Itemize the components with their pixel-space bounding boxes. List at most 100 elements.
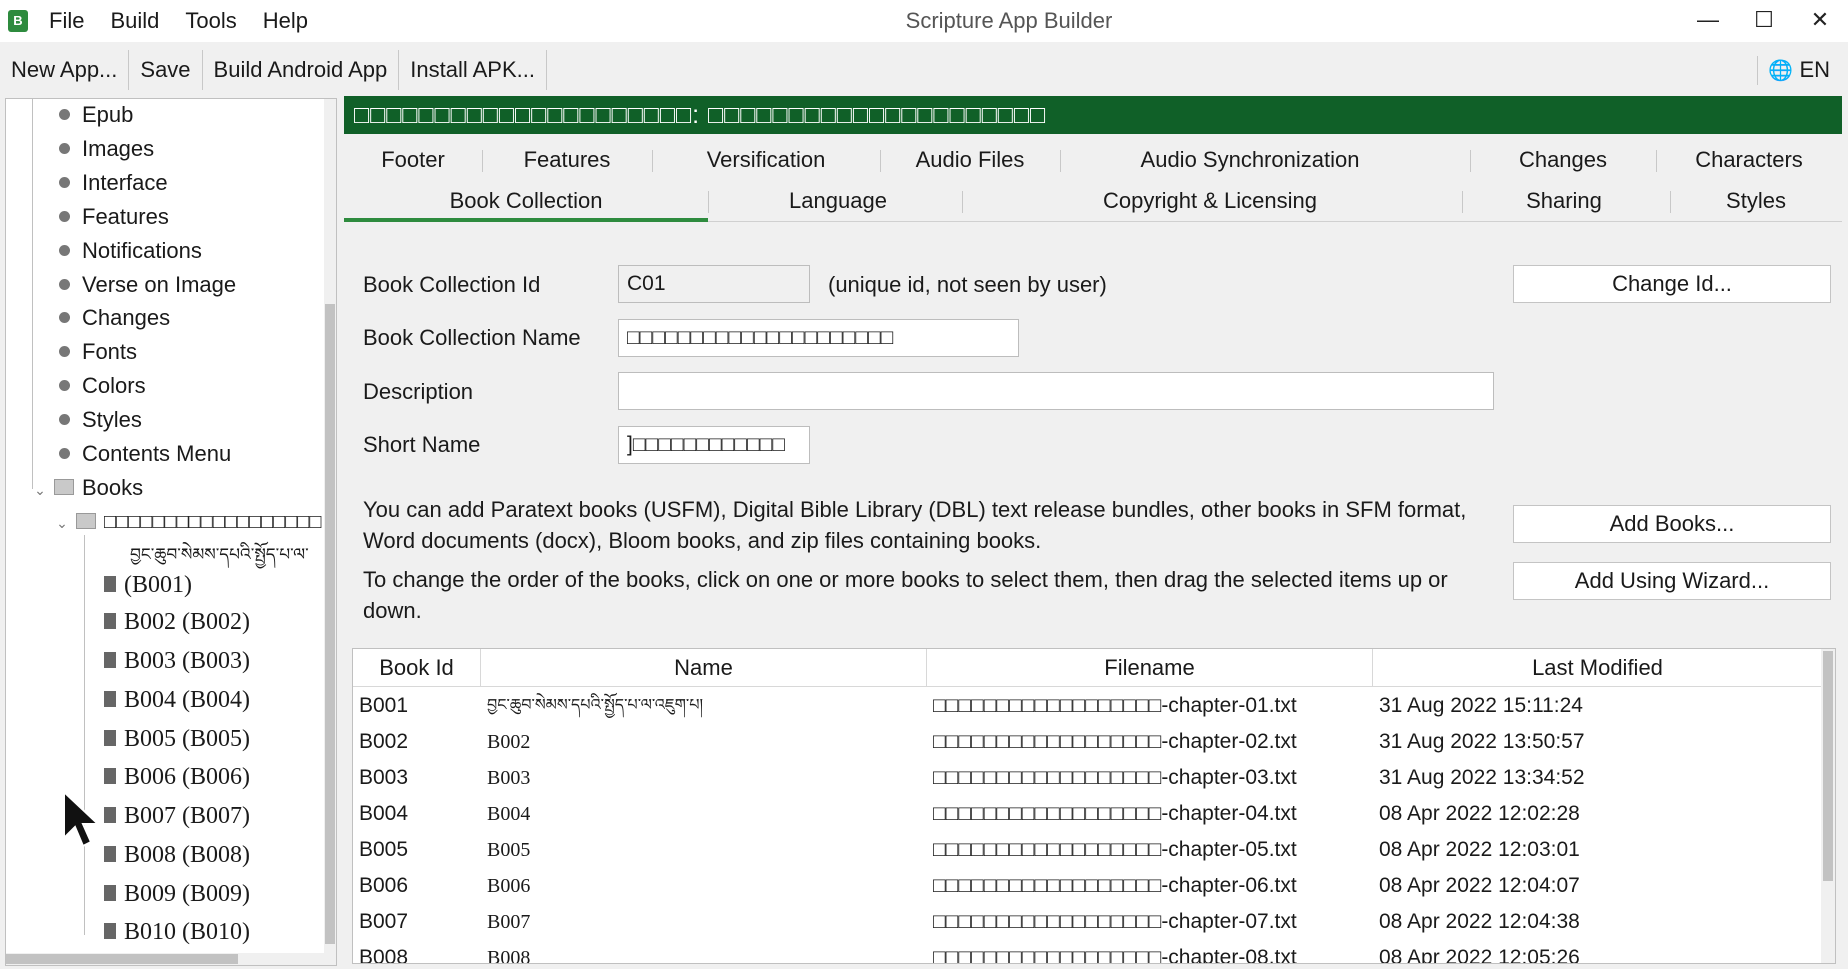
- tree-item-books[interactable]: ⌄ Books: [32, 472, 143, 504]
- install-apk-button[interactable]: Install APK...: [399, 50, 547, 90]
- project-tree[interactable]: Epub Images Interface Features Notificat…: [5, 98, 337, 966]
- change-id-button[interactable]: Change Id...: [1513, 265, 1831, 303]
- sidebar-scrollbar-vertical[interactable]: [324, 99, 336, 965]
- tab-audio-files[interactable]: Audio Files: [880, 142, 1060, 180]
- cell-book-id: B003: [359, 766, 409, 789]
- cell-filename: □□□□□□□□□□□□□□□□□□-chapter-03.txt: [933, 766, 1297, 789]
- tree-item-book-collection[interactable]: ⌄ □□□□□□□□□□□□□□□□□□: [54, 506, 321, 538]
- tree-item-book-b001-code[interactable]: (B001): [104, 569, 192, 601]
- tab-language[interactable]: Language: [708, 183, 968, 221]
- cell-name: B007: [487, 911, 531, 933]
- tab-features[interactable]: Features: [482, 142, 652, 180]
- tree-item-book[interactable]: B007 (B007): [104, 800, 250, 832]
- book-icon: [104, 730, 116, 747]
- tab-sharing[interactable]: Sharing: [1462, 183, 1666, 221]
- book-collection-name-field[interactable]: □□□□□□□□□□□□□□□□□□□□□: [618, 319, 1019, 357]
- tree-item-images[interactable]: Images: [59, 133, 154, 165]
- cell-book-id: B005: [359, 838, 409, 861]
- language-button[interactable]: 🌐 EN: [1757, 56, 1830, 85]
- cell-filename: □□□□□□□□□□□□□□□□□□-chapter-08.txt: [933, 946, 1297, 964]
- tree-item-book[interactable]: B009 (B009): [104, 878, 250, 910]
- tree-item-book[interactable]: B008 (B008): [104, 839, 250, 871]
- tree-item-verse-on-image[interactable]: Verse on Image: [59, 269, 236, 301]
- book-icon: [104, 691, 116, 708]
- table-row[interactable]: B008 B008 □□□□□□□□□□□□□□□□□□-chapter-08.…: [353, 940, 1823, 964]
- tab-characters[interactable]: Characters: [1656, 142, 1842, 180]
- tree-item-fonts[interactable]: Fonts: [59, 336, 137, 368]
- tree-item-book-b001[interactable]: བྱང་ཆུབ་སེམས་དཔའི་སྤྱོད་པ་ལ་: [104, 539, 309, 571]
- tree-item-book[interactable]: B003 (B003): [104, 645, 250, 677]
- add-books-button[interactable]: Add Books...: [1513, 505, 1831, 543]
- cell-book-id: B001: [359, 694, 409, 717]
- tree-item-book[interactable]: B002 (B002): [104, 606, 250, 638]
- book-icon: [104, 923, 116, 940]
- tree-item-colors[interactable]: Colors: [59, 370, 146, 402]
- description-field[interactable]: [618, 372, 1494, 410]
- cell-last-modified: 08 Apr 2022 12:03:01: [1379, 838, 1580, 861]
- tree-item-epub[interactable]: Epub: [59, 99, 133, 131]
- cell-name: B003: [487, 767, 531, 789]
- book-icon: [104, 807, 116, 824]
- close-icon[interactable]: ✕: [1792, 0, 1848, 42]
- globe-icon: 🌐: [1768, 60, 1794, 82]
- book-icon: [104, 768, 116, 785]
- tree-item-notifications[interactable]: Notifications: [59, 235, 202, 267]
- tree-item-book[interactable]: B010 (B010): [104, 916, 250, 948]
- cell-last-modified: 31 Aug 2022 13:34:52: [1379, 766, 1585, 789]
- short-name-field[interactable]: ]□□□□□□□□□□□□: [618, 426, 810, 464]
- build-android-app-button[interactable]: Build Android App: [203, 50, 400, 90]
- cell-filename: □□□□□□□□□□□□□□□□□□-chapter-06.txt: [933, 874, 1297, 897]
- sidebar-scrollbar-horizontal[interactable]: [6, 953, 324, 965]
- tab-book-collection[interactable]: Book Collection: [344, 183, 708, 221]
- tree-item-book[interactable]: B005 (B005): [104, 723, 250, 755]
- table-row[interactable]: B001 བྱང་ཆུབ་སེམས་དཔའི་སྤྱོད་པ་ལ་འཇུག་པ།…: [353, 688, 1823, 724]
- table-row[interactable]: B006 B006 □□□□□□□□□□□□□□□□□□-chapter-06.…: [353, 868, 1823, 904]
- reorder-help-text: To change the order of the books, click …: [363, 567, 1448, 623]
- table-row[interactable]: B005 B005 □□□□□□□□□□□□□□□□□□-chapter-05.…: [353, 832, 1823, 868]
- book-collection-id-label: Book Collection Id: [363, 272, 541, 297]
- column-header-filename[interactable]: Filename: [927, 649, 1373, 687]
- book-icon: [104, 846, 116, 863]
- table-row[interactable]: B007 B007 □□□□□□□□□□□□□□□□□□-chapter-07.…: [353, 904, 1823, 940]
- save-button[interactable]: Save: [129, 50, 203, 90]
- tab-styles[interactable]: Styles: [1670, 183, 1842, 221]
- folder-icon: [76, 512, 96, 529]
- cell-filename: □□□□□□□□□□□□□□□□□□-chapter-02.txt: [933, 730, 1297, 753]
- maximize-icon[interactable]: ☐: [1736, 0, 1792, 42]
- books-table[interactable]: Book Id Name Filename Last Modified B001…: [352, 648, 1836, 964]
- scroll-thumb[interactable]: [325, 304, 335, 944]
- tree-item-changes[interactable]: Changes: [59, 302, 170, 334]
- table-scrollbar-vertical[interactable]: [1821, 649, 1835, 963]
- column-header-name[interactable]: Name: [481, 649, 927, 687]
- column-header-last-modified[interactable]: Last Modified: [1373, 649, 1823, 687]
- scroll-thumb[interactable]: [1823, 651, 1833, 881]
- chevron-down-icon[interactable]: ⌄: [32, 474, 48, 506]
- tree-item-book[interactable]: B004 (B004): [104, 684, 250, 716]
- tree-item-features[interactable]: Features: [59, 201, 169, 233]
- tree-item-interface[interactable]: Interface: [59, 167, 168, 199]
- minimize-icon[interactable]: —: [1680, 0, 1736, 42]
- cell-last-modified: 08 Apr 2022 12:02:28: [1379, 802, 1580, 825]
- book-collection-id-field[interactable]: C01: [618, 265, 810, 303]
- tree-item-styles[interactable]: Styles: [59, 404, 142, 436]
- new-app-button[interactable]: New App...: [0, 50, 130, 90]
- cell-filename: □□□□□□□□□□□□□□□□□□-chapter-04.txt: [933, 802, 1297, 825]
- book-icon: [104, 613, 116, 630]
- tree-item-book[interactable]: B006 (B006): [104, 761, 250, 793]
- tab-changes[interactable]: Changes: [1470, 142, 1656, 180]
- tree-item-contents-menu[interactable]: Contents Menu: [59, 438, 231, 470]
- table-row[interactable]: B004 B004 □□□□□□□□□□□□□□□□□□-chapter-04.…: [353, 796, 1823, 832]
- add-using-wizard-button[interactable]: Add Using Wizard...: [1513, 562, 1831, 600]
- bullet-icon: [59, 278, 70, 290]
- tab-footer[interactable]: Footer: [344, 142, 482, 180]
- table-row[interactable]: B002 B002 □□□□□□□□□□□□□□□□□□-chapter-02.…: [353, 724, 1823, 760]
- chevron-down-icon[interactable]: ⌄: [54, 507, 70, 539]
- column-header-book-id[interactable]: Book Id: [353, 649, 481, 687]
- tab-versification[interactable]: Versification: [652, 142, 880, 180]
- cell-book-id: B004: [359, 802, 409, 825]
- scroll-thumb[interactable]: [6, 954, 238, 964]
- tab-audio-synchronization[interactable]: Audio Synchronization: [1060, 142, 1440, 180]
- table-row[interactable]: B003 B003 □□□□□□□□□□□□□□□□□□-chapter-03.…: [353, 760, 1823, 796]
- book-collection-name-label: Book Collection Name: [363, 325, 581, 350]
- tab-copyright-licensing[interactable]: Copyright & Licensing: [962, 183, 1458, 221]
